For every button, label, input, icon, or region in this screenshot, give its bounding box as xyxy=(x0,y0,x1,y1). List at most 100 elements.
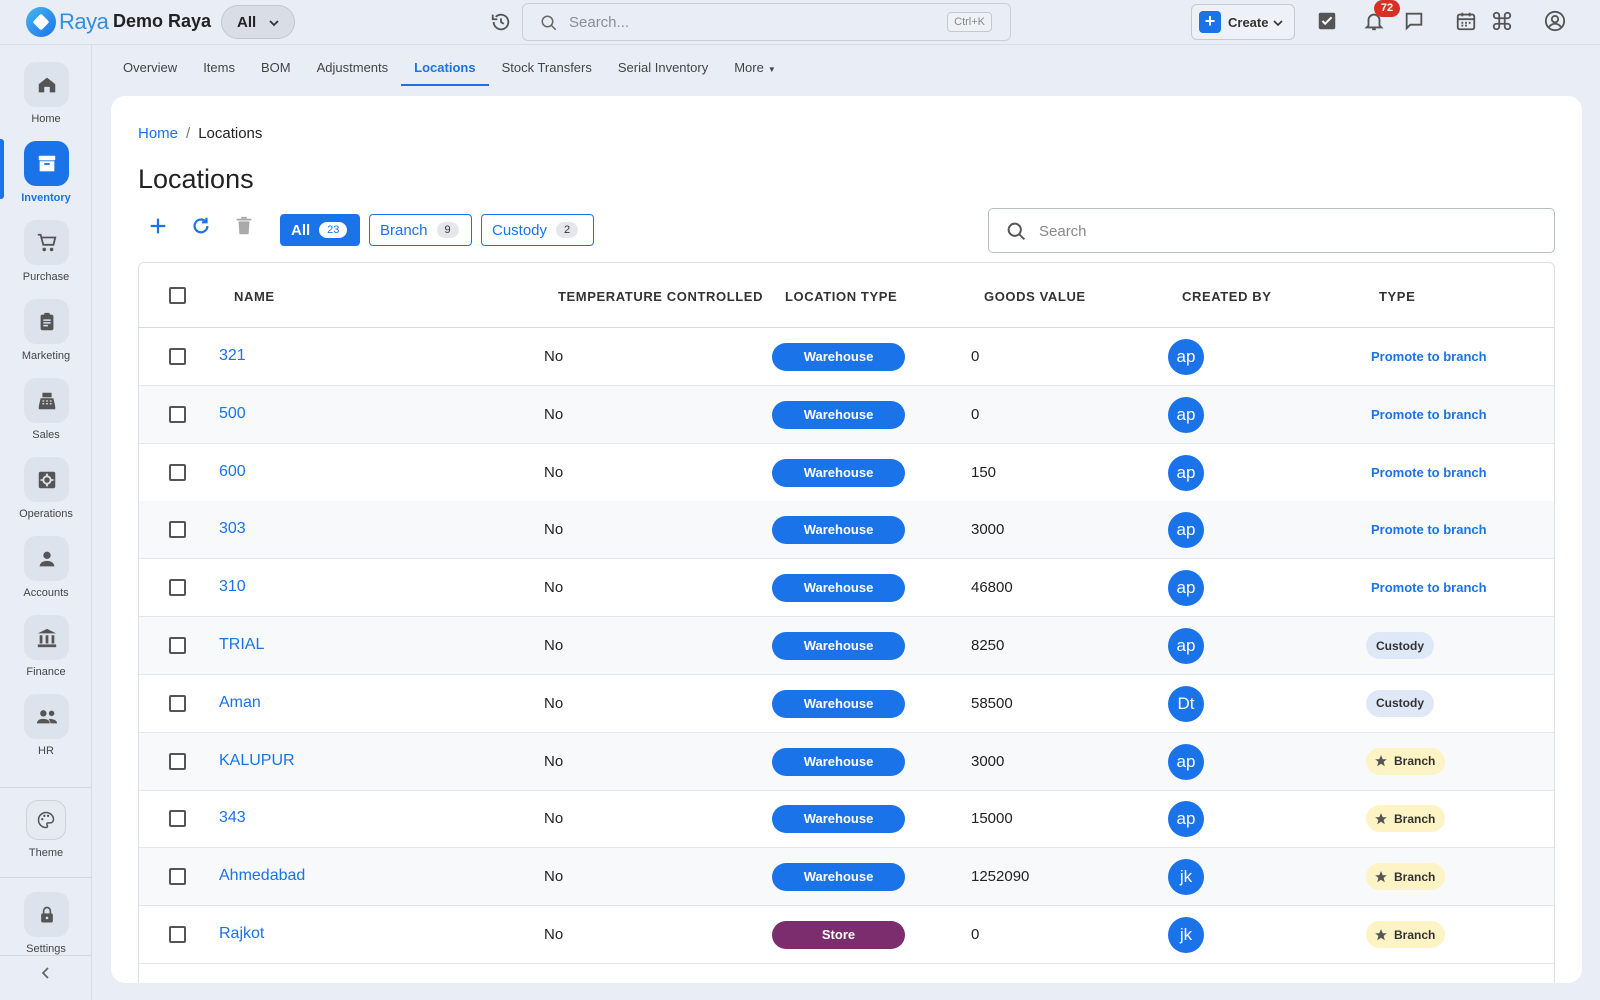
global-search[interactable]: Search... Ctrl+K xyxy=(522,3,1011,41)
created-by-avatar[interactable]: jk xyxy=(1168,917,1204,953)
scope-dropdown[interactable]: All xyxy=(221,5,295,39)
row-checkbox[interactable] xyxy=(169,463,186,481)
location-name-link[interactable]: 500 xyxy=(219,405,246,423)
created-by-avatar[interactable]: ap xyxy=(1168,512,1204,549)
filter-custody-button[interactable]: Custody 2 xyxy=(481,214,594,246)
goods-value: 8250 xyxy=(971,637,1005,654)
account-circle-icon[interactable] xyxy=(1544,10,1566,32)
column-header-type[interactable]: TYPE xyxy=(1379,289,1415,304)
row-checkbox[interactable] xyxy=(169,868,186,886)
sidebar-item-hr[interactable]: HR xyxy=(0,680,92,757)
select-all-checkbox[interactable] xyxy=(169,287,186,304)
tasks-check-icon[interactable] xyxy=(1316,10,1338,32)
location-name-link[interactable]: Rajkot xyxy=(219,925,264,943)
created-by-avatar[interactable]: Dt xyxy=(1168,685,1204,722)
row-checkbox[interactable] xyxy=(169,521,186,539)
command-icon[interactable] xyxy=(1491,10,1513,32)
add-icon[interactable] xyxy=(147,215,169,237)
sidebar-item-theme[interactable]: Theme xyxy=(0,790,92,866)
table-row[interactable]: 310 No Warehouse 46800 ap Promote to branch xyxy=(139,559,1554,618)
table-row[interactable]: TRIAL No Warehouse 8250 ap Custody xyxy=(139,617,1554,675)
tab-bom[interactable]: BOM xyxy=(248,48,304,86)
location-name-link[interactable]: KALUPUR xyxy=(219,752,295,770)
created-by-avatar[interactable]: jk xyxy=(1168,859,1204,896)
row-checkbox[interactable] xyxy=(169,926,186,943)
promote-to-branch-link[interactable]: Promote to branch xyxy=(1371,465,1487,480)
column-header-name[interactable]: NAME xyxy=(234,289,275,304)
tab-adjustments[interactable]: Adjustments xyxy=(304,48,402,86)
column-header-temperature[interactable]: TEMPERATURE CONTROLLED xyxy=(558,289,763,304)
created-by-avatar[interactable]: ap xyxy=(1168,801,1204,838)
table-row[interactable]: Rajkot No Store 0 jk Branch xyxy=(139,906,1554,964)
tab-overview[interactable]: Overview xyxy=(110,48,190,86)
table-row[interactable]: Ahmedabad No Warehouse 1252090 jk Branch xyxy=(139,848,1554,907)
table-row[interactable]: 500 No Warehouse 0 ap Promote to branch xyxy=(139,385,1554,444)
breadcrumb-home-link[interactable]: Home xyxy=(138,125,178,142)
table-row[interactable]: 600 No Warehouse 150 ap Promote to branch xyxy=(139,444,1554,502)
row-checkbox[interactable] xyxy=(169,694,186,712)
created-by-avatar[interactable]: ap xyxy=(1168,570,1204,607)
promote-to-branch-link[interactable]: Promote to branch xyxy=(1371,580,1487,595)
created-by-avatar[interactable]: ap xyxy=(1168,396,1204,433)
row-checkbox[interactable] xyxy=(169,348,186,365)
delete-icon[interactable] xyxy=(233,215,255,237)
table-row[interactable]: KALUPUR No Warehouse 3000 ap Branch xyxy=(139,732,1554,791)
tab-more[interactable]: More ▼ xyxy=(721,48,789,86)
promote-to-branch-link[interactable]: Promote to branch xyxy=(1371,407,1487,422)
promote-to-branch-link[interactable]: Promote to branch xyxy=(1371,522,1487,537)
sidebar-item-finance[interactable]: Finance xyxy=(0,601,92,678)
created-by-avatar[interactable]: ap xyxy=(1168,454,1204,491)
row-checkbox[interactable] xyxy=(169,579,186,597)
tab-locations[interactable]: Locations xyxy=(401,48,489,86)
location-name-link[interactable]: Aman xyxy=(219,694,261,712)
sidebar-item-home[interactable]: Home xyxy=(0,48,92,125)
collapse-sidebar-icon[interactable] xyxy=(38,965,54,981)
row-checkbox[interactable] xyxy=(169,752,186,770)
calendar-icon[interactable] xyxy=(1455,10,1477,32)
sidebar-item-accounts[interactable]: Accounts xyxy=(0,522,92,599)
history-icon[interactable] xyxy=(490,11,512,33)
location-name-link[interactable]: TRIAL xyxy=(219,636,264,654)
app-logo[interactable]: Raya xyxy=(26,7,109,37)
sidebar-item-marketing[interactable]: Marketing xyxy=(0,285,92,362)
table-search-input[interactable]: Search xyxy=(988,208,1555,253)
table-row[interactable]: Aman No Warehouse 58500 Dt Custody xyxy=(139,675,1554,733)
sidebar-item-settings[interactable]: Settings xyxy=(0,878,92,955)
chat-icon[interactable] xyxy=(1403,10,1425,32)
location-name-link[interactable]: 303 xyxy=(219,520,246,538)
filter-branch-button[interactable]: Branch 9 xyxy=(369,214,472,246)
created-by-avatar[interactable]: ap xyxy=(1168,339,1204,375)
table-row[interactable]: 321 No Warehouse 0 ap Promote to branch xyxy=(139,328,1554,386)
type-chip-label: Custody xyxy=(1376,696,1424,711)
star-icon xyxy=(1375,813,1387,825)
created-by-avatar[interactable]: ap xyxy=(1168,628,1204,664)
sidebar-item-sales[interactable]: Sales xyxy=(0,364,92,441)
tab-items[interactable]: Items xyxy=(190,48,248,86)
star-icon xyxy=(1375,755,1387,767)
tab-serial-inventory[interactable]: Serial Inventory xyxy=(605,48,721,86)
row-checkbox[interactable] xyxy=(169,637,186,654)
row-checkbox[interactable] xyxy=(169,405,186,423)
location-name-link[interactable]: 600 xyxy=(219,463,246,481)
promote-to-branch-link[interactable]: Promote to branch xyxy=(1371,349,1487,364)
sidebar-item-operations[interactable]: Operations xyxy=(0,443,92,520)
created-by-avatar[interactable]: ap xyxy=(1168,743,1204,780)
table-row[interactable]: 303 No Warehouse 3000 ap Promote to branch xyxy=(139,501,1554,560)
row-checkbox[interactable] xyxy=(169,810,186,828)
column-header-created-by[interactable]: CREATED BY xyxy=(1182,289,1272,304)
breadcrumb-current: Locations xyxy=(198,125,263,142)
sidebar-item-inventory[interactable]: Inventory xyxy=(0,127,92,204)
column-header-goods-value[interactable]: GOODS VALUE xyxy=(984,289,1086,304)
refresh-icon[interactable] xyxy=(190,215,212,237)
tab-stock-transfers[interactable]: Stock Transfers xyxy=(489,48,605,86)
column-header-location-type[interactable]: LOCATION TYPE xyxy=(785,289,897,304)
create-button[interactable]: + Create xyxy=(1191,4,1295,40)
location-name-link[interactable]: 321 xyxy=(219,347,246,365)
location-name-link[interactable]: Ahmedabad xyxy=(219,867,305,885)
table-row[interactable]: 343 No Warehouse 15000 ap Branch xyxy=(139,790,1554,849)
plus-icon: + xyxy=(1199,11,1221,33)
location-name-link[interactable]: 310 xyxy=(219,578,246,596)
location-name-link[interactable]: 343 xyxy=(219,809,246,827)
sidebar-item-purchase[interactable]: Purchase xyxy=(0,206,92,283)
filter-all-button[interactable]: All 23 xyxy=(280,214,360,246)
